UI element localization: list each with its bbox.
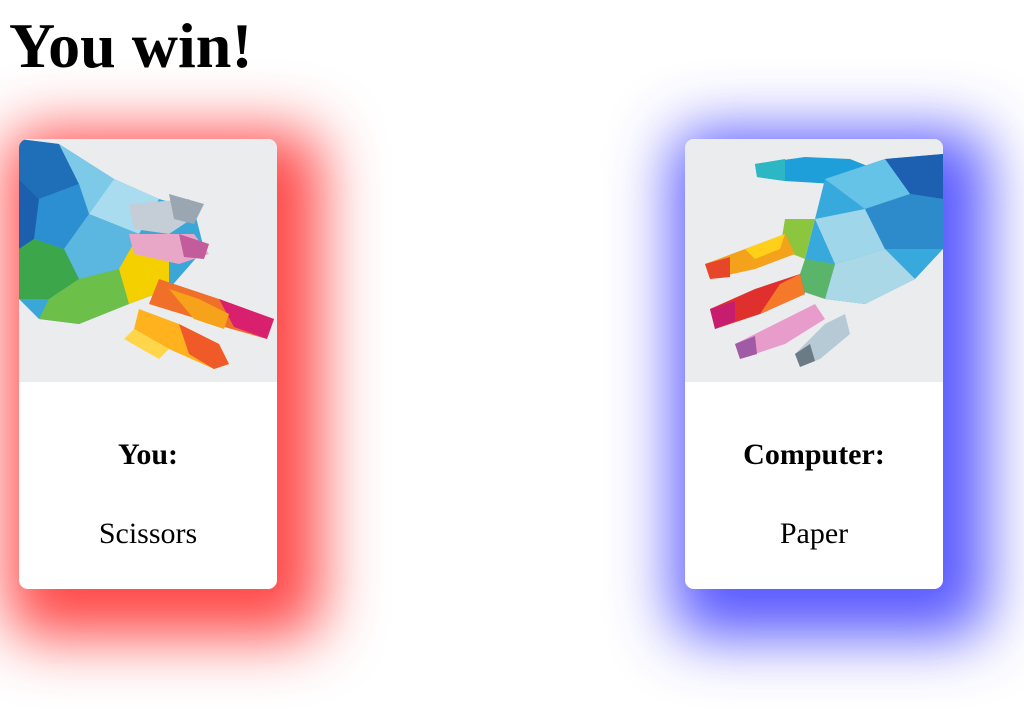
scissors-hand-icon [19,139,277,382]
computer-label: Computer: [743,438,885,471]
player-card-body: You: Scissors [19,382,277,589]
computer-card-body: Computer: Paper [685,382,943,589]
player-card: You: Scissors [19,139,277,589]
player-choice: Scissors [98,517,198,550]
player-label: You: [117,438,178,471]
game-page: You win! You: Scissors Computer: Paper [0,0,1024,710]
computer-card: Computer: Paper [685,139,943,589]
computer-choice: Paper [779,517,849,550]
result-heading: You win! [9,10,253,81]
paper-hand-icon [685,139,943,382]
